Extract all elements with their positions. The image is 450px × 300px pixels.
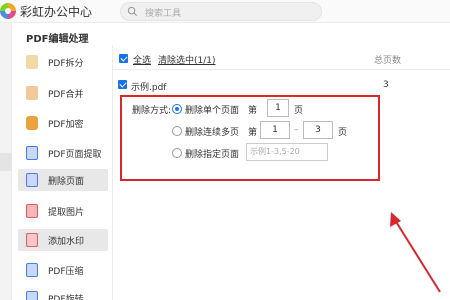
sidebar-item-label: PDF页面提取 [48, 150, 102, 160]
app-title: 彩虹办公中心 [20, 5, 93, 19]
select-all-link[interactable]: 全选 [133, 53, 151, 66]
merge-icon [26, 86, 38, 100]
lock-icon [26, 116, 38, 130]
tool-sidebar: PDF拆分 PDF合并 PDF加密 PDF页面提取 删除页面 提取图片 添加水印… [12, 49, 110, 300]
outer-sidebar-selected [0, 153, 12, 171]
file-list-header: 全选 清除选中(1/1) 总页数 [113, 45, 450, 70]
sidebar-item-pdf-compress[interactable]: PDF压缩 [18, 259, 108, 281]
file-row[interactable]: 示例.pdf 3 [113, 76, 450, 94]
clear-selected-link[interactable]: 清除选中(1/1) [158, 53, 216, 66]
search-icon [127, 6, 138, 17]
title-bar: 彩虹办公中心 搜索工具 [0, 0, 450, 23]
rainbow-logo-icon [0, 3, 16, 19]
sidebar-item-add-watermark[interactable]: 添加水印 [18, 229, 108, 251]
sidebar-item-pdf-merge[interactable]: PDF合并 [18, 82, 108, 104]
outer-sidebar [0, 23, 12, 300]
highlight-box [120, 95, 380, 181]
sidebar-item-pdf-split[interactable]: PDF拆分 [18, 51, 108, 73]
search-input[interactable]: 搜索工具 [120, 2, 322, 21]
compress-icon [26, 263, 38, 277]
file-checkbox[interactable] [118, 80, 127, 89]
total-pages-header: 总页数 [374, 56, 402, 66]
sidebar-item-delete-pages[interactable]: 删除页面 [18, 169, 108, 191]
sidebar-item-label: 提取图片 [48, 208, 85, 218]
sidebar-item-extract-images[interactable]: 提取图片 [18, 200, 108, 222]
sidebar-item-pdf-rotate[interactable]: PDF旋转 [18, 287, 108, 300]
sidebar-item-label: 删除页面 [48, 177, 85, 187]
sidebar-item-pdf-encrypt[interactable]: PDF加密 [18, 112, 108, 134]
watermark-icon [26, 233, 38, 247]
rotate-icon [26, 291, 38, 300]
sidebar-item-page-extract[interactable]: PDF页面提取 [18, 142, 108, 164]
image-icon [26, 204, 38, 218]
file-page-count: 3 [383, 80, 389, 90]
sidebar-item-label: PDF加密 [48, 120, 84, 130]
page-extract-icon [26, 146, 38, 160]
delete-page-icon [26, 173, 38, 187]
sidebar-item-label: PDF合并 [48, 90, 84, 100]
search-placeholder: 搜索工具 [145, 9, 182, 19]
panel-title: PDF编辑处理 [26, 34, 89, 45]
sidebar-item-label: PDF压缩 [48, 267, 84, 277]
sidebar-item-label: PDF旋转 [48, 295, 84, 300]
sidebar-item-label: PDF拆分 [48, 59, 84, 69]
split-icon [26, 55, 38, 69]
select-all-checkbox[interactable] [119, 54, 128, 63]
sidebar-item-label: 添加水印 [48, 237, 85, 247]
file-name: 示例.pdf [131, 83, 167, 93]
